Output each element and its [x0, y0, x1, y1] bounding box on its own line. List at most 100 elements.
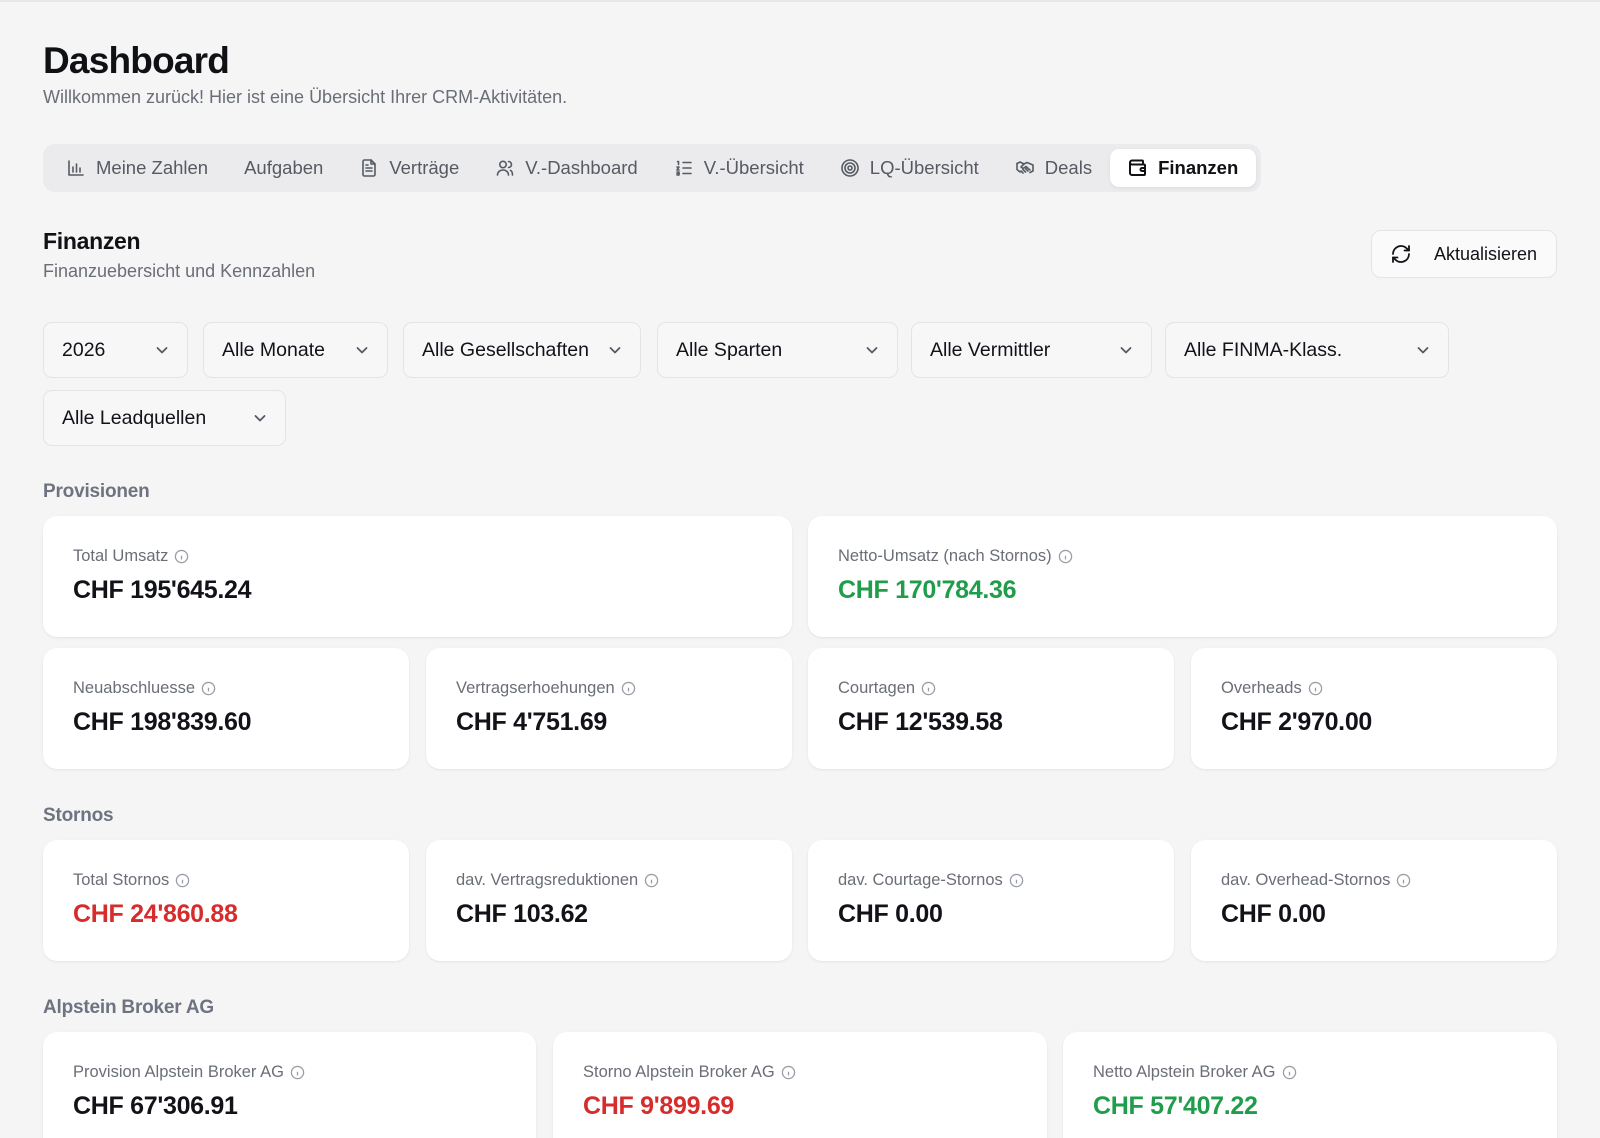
card-label: Provision Alpstein Broker AG: [73, 1062, 284, 1081]
card-label-row: dav. Overhead-Stornos: [1221, 870, 1557, 890]
card-total-stornos: Total Stornos CHF 24'860.88: [43, 840, 409, 961]
info-icon[interactable]: [175, 873, 190, 888]
division-select-value: Alle Sparten: [676, 338, 783, 361]
refresh-button[interactable]: Aktualisieren: [1371, 230, 1557, 278]
info-icon[interactable]: [1009, 873, 1024, 888]
card-label: Storno Alpstein Broker AG: [583, 1062, 775, 1081]
tab-label: Deals: [1044, 157, 1093, 178]
tab-vertraege[interactable]: Verträge: [341, 149, 477, 187]
card-value: CHF 67'306.91: [73, 1092, 238, 1120]
info-icon[interactable]: [921, 681, 936, 696]
chevron-down-icon: [866, 347, 878, 354]
leadsource-select[interactable]: Alle Leadquellen: [43, 390, 286, 446]
card-label-row: Neuabschluesse: [73, 678, 409, 698]
info-icon[interactable]: [201, 681, 216, 696]
card-label-row: dav. Courtage-Stornos: [838, 870, 1174, 890]
bar-chart-icon: [68, 160, 84, 176]
leadsource-select-value: Alle Leadquellen: [62, 406, 207, 429]
card-overheads: Overheads CHF 2'970.00: [1191, 648, 1557, 769]
card-label: Neuabschluesse: [73, 678, 195, 697]
tab-label: Meine Zahlen: [96, 157, 209, 178]
section-title: Finanzen: [43, 228, 141, 254]
card-label: dav. Vertragsreduktionen: [456, 870, 639, 889]
card-value: CHF 195'645.24: [73, 576, 252, 604]
card-overhead-stornos: dav. Overhead-Stornos CHF 0.00: [1191, 840, 1557, 961]
tab-label: V.-Dashboard: [525, 157, 638, 178]
card-label-row: dav. Vertragsreduktionen: [456, 870, 792, 890]
card-label-row: Courtagen: [838, 678, 1174, 698]
card-label-row: Netto-Umsatz (nach Stornos): [838, 546, 1557, 566]
card-neuabschluesse: Neuabschluesse CHF 198'839.60: [43, 648, 409, 769]
card-label: dav. Courtage-Stornos: [838, 870, 1003, 889]
finma-select[interactable]: Alle FINMA-Klass.: [1165, 322, 1449, 378]
tab-finanzen[interactable]: Finanzen: [1110, 149, 1257, 187]
tab-deals[interactable]: Deals: [997, 149, 1110, 187]
card-value: CHF 4'751.69: [456, 708, 608, 736]
info-icon[interactable]: [290, 1065, 305, 1080]
tab-v-uebersicht[interactable]: V.-Übersicht: [656, 149, 822, 187]
company-select-value: Alle Gesellschaften: [422, 338, 589, 361]
card-total-umsatz: Total Umsatz CHF 195'645.24: [43, 516, 792, 637]
target-icon: [840, 159, 859, 177]
card-label-row: Total Umsatz: [73, 546, 792, 566]
chevron-down-icon: [1417, 347, 1429, 354]
card-label: Total Umsatz: [73, 546, 169, 565]
card-value: CHF 170'784.36: [838, 576, 1017, 604]
tab-v-dashboard[interactable]: V.-Dashboard: [477, 149, 655, 187]
tab-label: V.-Übersicht: [703, 157, 804, 178]
division-select[interactable]: Alle Sparten: [657, 322, 898, 378]
card-netto-umsatz: Netto-Umsatz (nach Stornos) CHF 170'784.…: [808, 516, 1557, 637]
card-value: CHF 103.62: [456, 900, 588, 928]
tab-label: LQ-Übersicht: [869, 157, 979, 178]
card-courtagen: Courtagen CHF 12'539.58: [808, 648, 1174, 769]
chevron-down-icon: [356, 347, 368, 354]
info-icon[interactable]: [781, 1065, 796, 1080]
group-label-alpstein: Alpstein Broker AG: [43, 997, 214, 1018]
tab-lq-uebersicht[interactable]: LQ-Übersicht: [822, 149, 997, 187]
info-icon[interactable]: [644, 873, 659, 888]
info-icon[interactable]: [1396, 873, 1411, 888]
info-icon[interactable]: [1058, 549, 1073, 564]
card-label-row: Vertragserhoehungen: [456, 678, 792, 698]
broker-select-value: Alle Vermittler: [930, 338, 1051, 361]
info-icon[interactable]: [621, 681, 636, 696]
card-label: Netto-Umsatz (nach Stornos): [838, 546, 1052, 565]
tab-bar: Meine Zahlen Aufgaben Verträge V.-Dashbo…: [43, 144, 1262, 192]
year-select[interactable]: 2026: [43, 322, 188, 378]
card-provision-alpstein: Provision Alpstein Broker AG CHF 67'306.…: [43, 1032, 536, 1138]
section-subtitle: Finanzuebersicht und Kennzahlen: [43, 261, 316, 281]
tab-aufgaben[interactable]: Aufgaben: [226, 149, 341, 187]
handshake-icon: [1015, 161, 1034, 174]
card-label-row: Netto Alpstein Broker AG: [1093, 1062, 1557, 1082]
tab-label: Finanzen: [1158, 157, 1239, 178]
card-label: Netto Alpstein Broker AG: [1093, 1062, 1276, 1081]
company-select[interactable]: Alle Gesellschaften: [403, 322, 641, 378]
month-select[interactable]: Alle Monate: [203, 322, 388, 378]
year-select-value: 2026: [62, 338, 106, 361]
chevron-down-icon: [1120, 347, 1132, 354]
card-value: CHF 0.00: [1221, 900, 1326, 928]
info-icon[interactable]: [1282, 1065, 1297, 1080]
month-select-value: Alle Monate: [222, 338, 325, 361]
card-value: CHF 12'539.58: [838, 708, 1003, 736]
page-title: Dashboard: [43, 40, 230, 81]
card-label: dav. Overhead-Stornos: [1221, 870, 1391, 889]
chevron-down-icon: [254, 415, 266, 422]
card-label: Vertragserhoehungen: [456, 678, 615, 697]
info-icon[interactable]: [174, 549, 189, 564]
finma-select-value: Alle FINMA-Klass.: [1184, 338, 1343, 361]
card-label-row: Total Stornos: [73, 870, 409, 890]
page-subtitle: Willkommen zurück! Hier ist eine Übersic…: [43, 87, 568, 107]
info-icon[interactable]: [1308, 681, 1323, 696]
card-value: CHF 2'970.00: [1221, 708, 1373, 736]
card-label: Total Stornos: [73, 870, 170, 889]
broker-select[interactable]: Alle Vermittler: [911, 322, 1152, 378]
group-label-stornos: Stornos: [43, 805, 114, 826]
card-vertragsreduktionen: dav. Vertragsreduktionen CHF 103.62: [426, 840, 792, 961]
card-value: CHF 57'407.22: [1093, 1092, 1258, 1120]
list-ordered-icon: [675, 160, 692, 176]
card-courtage-stornos: dav. Courtage-Stornos CHF 0.00: [808, 840, 1174, 961]
chevron-down-icon: [156, 347, 168, 354]
tab-meine-zahlen[interactable]: Meine Zahlen: [48, 149, 226, 187]
card-value: CHF 198'839.60: [73, 708, 252, 736]
